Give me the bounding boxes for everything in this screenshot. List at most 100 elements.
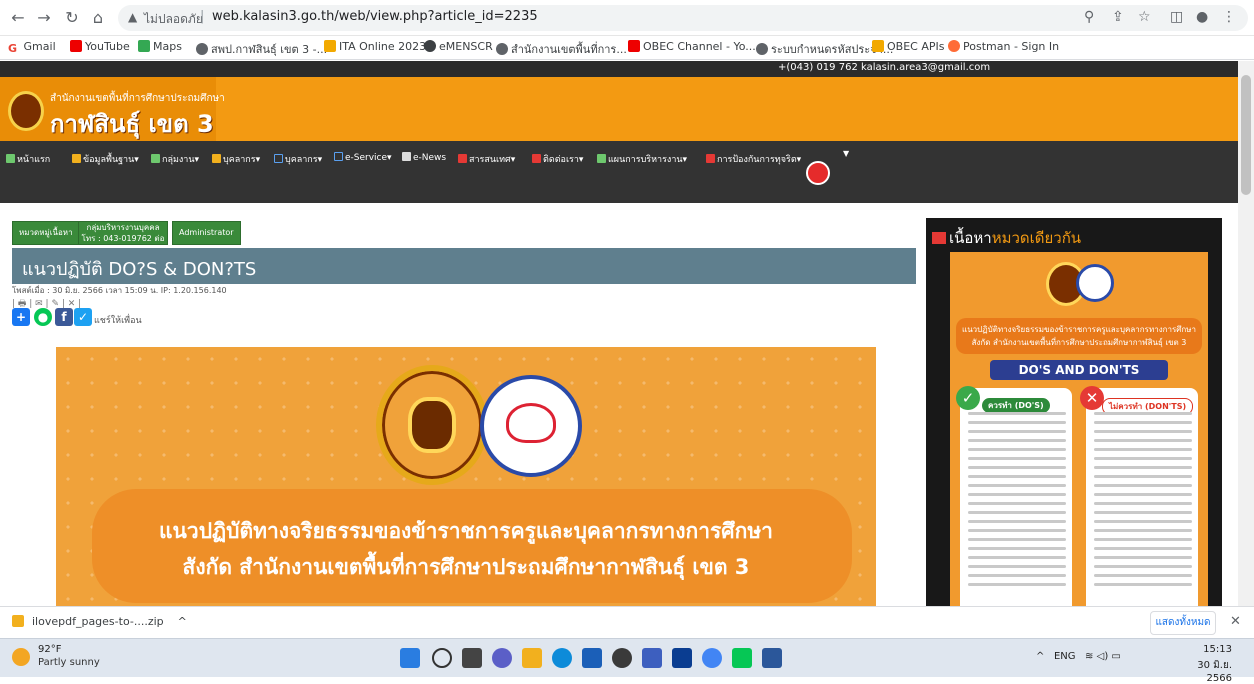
web-page: +(043) 019 762 kalasin.area3@gmail.com ส…	[0, 61, 1238, 606]
bookmark-ita[interactable]: ITA Online 2023	[324, 40, 426, 53]
contact-strip: +(043) 019 762 kalasin.area3@gmail.com	[0, 61, 1238, 77]
list-icon	[932, 232, 946, 244]
card-icon	[274, 154, 283, 163]
wifi-icon[interactable]: ≋	[1085, 651, 1093, 662]
bookmark-maps[interactable]: Maps	[138, 40, 182, 53]
nav-e-news[interactable]: e-News	[402, 152, 446, 163]
poster-heading: แนวปฏิบัติทางจริยธรรมของข้าราชการครูและบ…	[956, 318, 1202, 354]
scroll-thumb[interactable]	[1241, 75, 1251, 195]
tag-author[interactable]: Administrator	[172, 221, 241, 245]
line-app-icon[interactable]	[732, 648, 752, 668]
article-title: แนวปฏิบัติ DO?S & DON?TS	[22, 259, 257, 280]
chevron-up-icon[interactable]: ^	[1036, 651, 1044, 662]
nav-information[interactable]: สารสนเทศ▾	[458, 152, 515, 166]
nav-home[interactable]: หน้าแรก	[6, 152, 50, 166]
back-icon[interactable]: ←	[8, 8, 28, 28]
start-icon[interactable]	[400, 648, 420, 668]
line-icon[interactable]: ●	[34, 308, 52, 326]
apis-icon	[872, 40, 884, 52]
weather-temperature[interactable]: 92°F	[38, 644, 61, 655]
bookmark-obec-area[interactable]: สำนักงานเขตพื้นที่การ...	[496, 40, 627, 58]
tag-category[interactable]: หมวดหมู่เนื้อหา	[12, 221, 80, 245]
search-icon[interactable]	[432, 648, 452, 668]
system-tray[interactable]: ^ ENG ≋ ◁) ▭	[1036, 651, 1121, 662]
zoom-icon[interactable]: ⚲	[1084, 9, 1094, 25]
nav-management-plan[interactable]: แผนการบริหารงาน▾	[597, 152, 687, 166]
share-icon[interactable]: ⇪	[1112, 9, 1124, 25]
chevron-up-icon[interactable]: ^	[178, 615, 187, 628]
poster-title: DO'S AND DON'TS	[990, 360, 1168, 380]
show-all-downloads-button[interactable]: แสดงทั้งหมด	[1150, 611, 1216, 635]
volume-icon[interactable]: ◁)	[1097, 651, 1109, 662]
app-icon[interactable]	[612, 648, 632, 668]
clock-time[interactable]: 15:13	[1192, 644, 1232, 655]
nav-basic-info[interactable]: ข้อมูลพื้นฐาน▾	[72, 152, 139, 166]
dos-column: ควรทำ (DO'S)	[960, 388, 1072, 606]
bookmark-kalasin3[interactable]: สพป.กาฬสินธุ์ เขต 3 -...	[196, 40, 327, 58]
cross-icon: ✕	[1080, 386, 1104, 410]
globe-icon	[756, 43, 768, 55]
bookmark-emenscr[interactable]: eMENSCR	[424, 40, 493, 53]
warning-icon[interactable]: ▲	[128, 10, 137, 24]
plan-icon	[597, 154, 606, 163]
battery-icon[interactable]: ▭	[1111, 651, 1120, 662]
twitter-icon[interactable]: ✓	[74, 308, 92, 326]
menu-icon[interactable]: ⋮	[1222, 9, 1236, 25]
anti-corruption-badge-icon[interactable]	[806, 161, 830, 185]
globe-icon	[196, 43, 208, 55]
shield-icon	[706, 154, 715, 163]
close-shelf-icon[interactable]: ✕	[1230, 614, 1241, 629]
nav-anti-corruption[interactable]: การป้องกันการทุจริต▾	[706, 152, 801, 166]
star-icon[interactable]: ☆	[1138, 9, 1151, 25]
insecure-label[interactable]: ไม่ปลอดภัย	[144, 10, 203, 29]
task-view-icon[interactable]	[462, 648, 482, 668]
forward-icon[interactable]: →	[34, 8, 54, 28]
banner-heading-line1: แนวปฏิบัติทางจริยธรรมของข้าราชการครูและบ…	[159, 519, 773, 543]
bookmark-obec-channel[interactable]: OBEC Channel - Yo...	[628, 40, 756, 53]
donts-column: ไม่ควรทำ (DON'TS)	[1086, 388, 1198, 606]
contact-info[interactable]: +(043) 019 762 kalasin.area3@gmail.com	[778, 62, 990, 73]
weather-description[interactable]: Partly sunny	[38, 657, 100, 668]
nav-personnel-2[interactable]: บุคลากร▾	[274, 152, 322, 166]
store-icon[interactable]	[582, 648, 602, 668]
profile-icon[interactable]: ●	[1196, 9, 1208, 25]
chat-icon[interactable]	[492, 648, 512, 668]
page-scrollbar[interactable]	[1238, 61, 1254, 606]
nav-e-service[interactable]: e-Service▾	[334, 152, 392, 163]
address-bar[interactable]: ▲ ไม่ปลอดภัย | web.kalasin3.go.th/web/vi…	[118, 5, 1248, 31]
clock-date[interactable]: 30 มิ.ย. 2566	[1170, 658, 1232, 684]
language-indicator[interactable]: ENG	[1054, 651, 1076, 662]
nav-personnel[interactable]: บุคลากร▾	[212, 152, 260, 166]
bookmark-obec-apis[interactable]: OBEC APIs	[872, 40, 944, 53]
home-icon[interactable]: ⌂	[88, 8, 108, 28]
nav-lower-band	[0, 177, 1238, 203]
related-content-panel: เนื้อหาหมวดเดียวกัน แนวปฏิบัติทางจริยธรร…	[926, 218, 1222, 606]
site-name[interactable]: กาฬสินธุ์ เขต 3	[50, 104, 214, 143]
weather-icon[interactable]	[12, 648, 30, 666]
globe-icon	[496, 43, 508, 55]
news-icon	[402, 152, 411, 161]
word-icon[interactable]	[762, 648, 782, 668]
download-item[interactable]: ilovepdf_pages-to-....zip ^	[12, 615, 187, 628]
mail-icon[interactable]	[642, 648, 662, 668]
chrome-icon[interactable]	[702, 648, 722, 668]
share-plus-icon[interactable]: +	[12, 308, 30, 326]
nav-more-caret[interactable]: ▼	[843, 149, 849, 158]
dos-label: ควรทำ (DO'S)	[982, 398, 1050, 413]
reload-icon[interactable]: ↻	[62, 8, 82, 28]
nav-contact[interactable]: ติดต่อเรา▾	[532, 152, 583, 166]
file-explorer-icon[interactable]	[522, 648, 542, 668]
school-heart-logo-icon	[480, 375, 582, 477]
sidepanel-icon[interactable]: ◫	[1170, 9, 1183, 25]
related-poster[interactable]: แนวปฏิบัติทางจริยธรรมของข้าราชการครูและบ…	[950, 252, 1208, 606]
url-text[interactable]: web.kalasin3.go.th/web/view.php?article_…	[212, 9, 538, 24]
edge-icon[interactable]	[552, 648, 572, 668]
bookmark-gmail[interactable]: G Gmail	[8, 40, 56, 55]
bookmark-youtube[interactable]: YouTube	[70, 40, 130, 53]
site-logo-icon[interactable]	[8, 91, 44, 131]
nav-work-groups[interactable]: กลุ่มงาน▾	[151, 152, 199, 166]
bookmark-postman[interactable]: Postman - Sign In	[948, 40, 1059, 53]
photoshop-icon[interactable]	[672, 648, 692, 668]
tag-personnel-group[interactable]: กลุ่มบริหารงานบุคคล โทร : 043-019762 ต่อ…	[78, 221, 168, 254]
facebook-icon[interactable]: f	[55, 308, 73, 326]
